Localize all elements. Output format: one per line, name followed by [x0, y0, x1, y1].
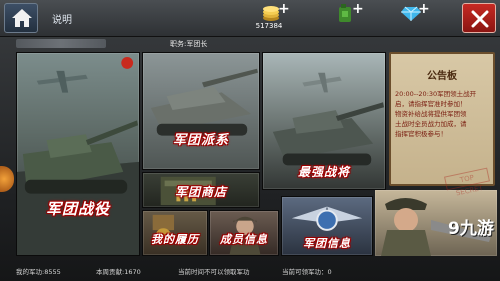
close-icon: [471, 10, 489, 28]
legion-faction-label: 军团派系: [172, 133, 229, 148]
my-merit: 我的军功:8555: [16, 268, 61, 276]
member-info-label: 成员信息: [220, 233, 268, 246]
add-coins-icon[interactable]: +: [278, 1, 290, 17]
week-contribution: 本周贡献:1670: [96, 268, 141, 276]
diamond-resource[interactable]: +: [384, 1, 446, 33]
legion-faction-tile[interactable]: 军团派系: [142, 52, 260, 170]
my-history-label: 我的履历: [151, 233, 199, 246]
strongest-general-tile[interactable]: 最强战将: [262, 52, 386, 190]
member-info-tile[interactable]: 成员信息: [209, 210, 279, 256]
legion-shop-tile[interactable]: 军团商店: [142, 172, 260, 208]
watermark-logo: 9九游: [448, 219, 494, 239]
my-history-tile[interactable]: 我的履历: [142, 210, 208, 256]
claim-time-notice: 当前时间不可以领取军功: [178, 268, 250, 276]
top-bar: 说明 + 517384 + +: [0, 0, 500, 37]
legion-battle-tile[interactable]: 军团战役: [16, 52, 140, 256]
coins-value: 517384: [255, 22, 283, 30]
legion-info-tile[interactable]: 军团信息: [281, 196, 373, 256]
tank-biplane-art: [17, 56, 139, 255]
close-button[interactable]: [462, 3, 496, 33]
side-expand-tab[interactable]: [0, 166, 14, 192]
legion-info-label: 军团信息: [303, 237, 351, 250]
legion-battle-label: 军团战役: [45, 200, 110, 218]
notice-board: 公告板 20:00--20:30军团领土战开 启，请指挥官准时参加！ 物资补给战…: [389, 52, 495, 197]
notice-text: 20:00--20:30军团领土战开 启，请指挥官准时参加！ 物资补给战将提供军…: [395, 90, 477, 138]
add-energy-icon[interactable]: +: [352, 1, 364, 17]
notice-title: 公告板: [427, 71, 457, 82]
home-icon: [12, 9, 32, 27]
help-link[interactable]: 说明: [52, 11, 72, 26]
claimable-merit: 当前可领军功：0: [282, 268, 332, 276]
top-secret-stamp: TOP SECRET: [444, 167, 490, 197]
strongest-general-label: 最强战将: [297, 165, 350, 179]
legion-shop-label: 军团商店: [174, 185, 227, 199]
add-diamond-icon[interactable]: +: [418, 1, 430, 17]
position-label: 职务:军团长: [170, 40, 208, 48]
blurred-legion-name: [16, 39, 106, 48]
status-bar: 我的军功:8555 本周贡献:1670 当前时间不可以领取军功 当前可领军功：0: [0, 262, 500, 281]
home-button[interactable]: [4, 3, 38, 33]
tank-destroyer-art: [150, 68, 259, 136]
energy-resource[interactable]: +: [318, 1, 380, 33]
coins-resource[interactable]: + 517384: [244, 1, 306, 33]
